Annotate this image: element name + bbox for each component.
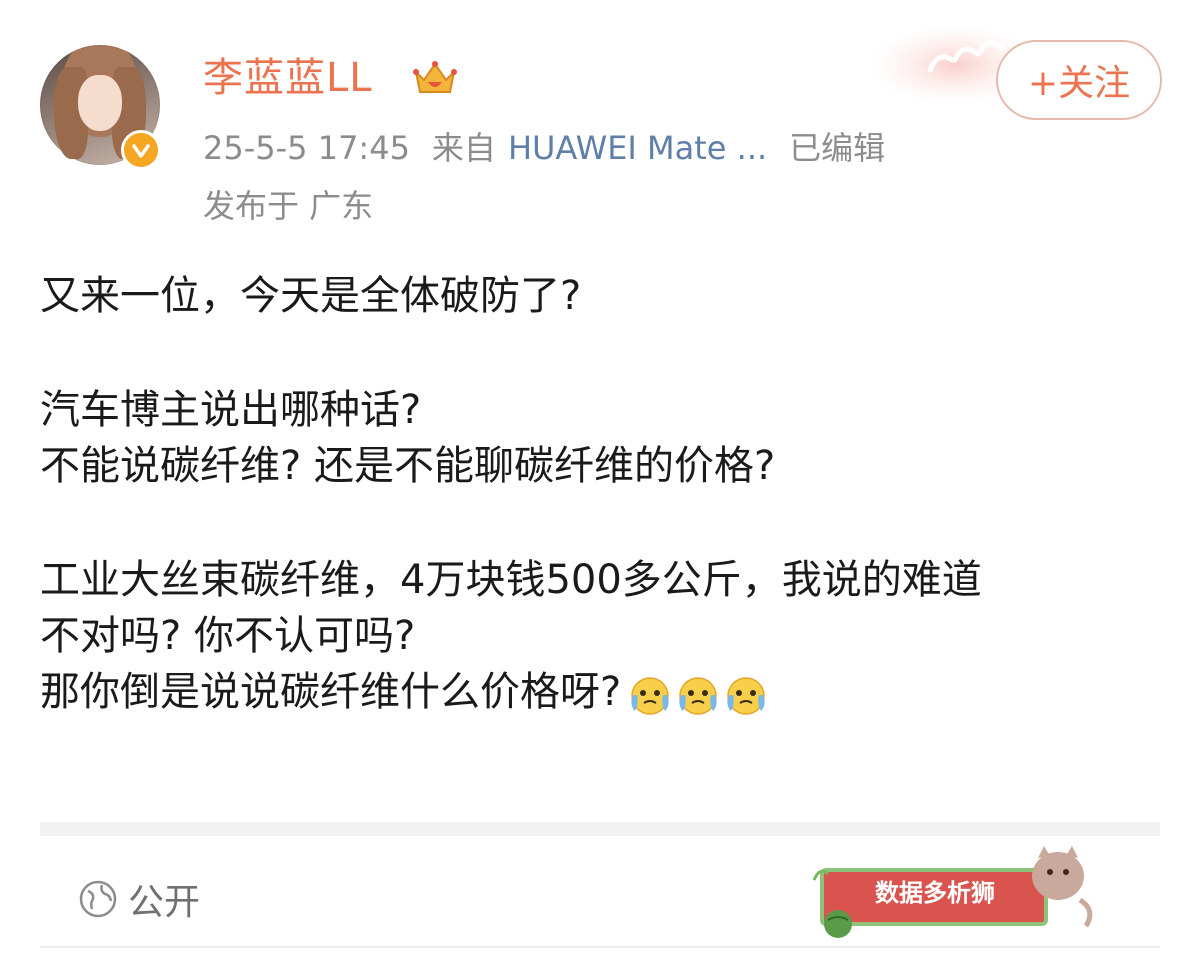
post-line: 工业大丝束碳纤维，4万块钱500多公斤，我说的难道: [40, 557, 982, 603]
follow-button[interactable]: +关注: [996, 40, 1162, 120]
visibility-toggle[interactable]: 公开: [78, 873, 200, 925]
emoji-group: [627, 671, 769, 717]
username[interactable]: 李蓝蓝LL: [203, 54, 373, 102]
crying-face-icon: [631, 677, 669, 715]
post-line-last: 那你倒是说说碳纤维什么价格呀?: [40, 664, 1160, 720]
post-line: 不对吗? 你不认可吗?: [40, 613, 416, 659]
visibility-label: 公开: [128, 882, 201, 923]
verified-badge-icon: [121, 130, 161, 170]
timestamp: 25-5-5 17:45: [203, 129, 410, 167]
watermark-text: 数据多析狮: [875, 878, 995, 907]
crying-face-icon: [727, 677, 765, 715]
location-label: 发布于 广东: [203, 187, 374, 225]
post-meta: 25-5-5 17:45 来自 HUAWEI Mate ... 已编辑: [203, 128, 907, 168]
post-line: 那你倒是说说碳纤维什么价格呀?: [40, 669, 622, 715]
section-divider: [40, 822, 1160, 836]
post-line: 汽车博主说出哪种话?: [40, 387, 422, 433]
avatar-face: [78, 75, 122, 131]
source-prefix: 来自: [431, 129, 496, 167]
post-line: 又来一位，今天是全体破防了?: [40, 273, 582, 319]
globe-icon: [79, 880, 117, 918]
post-body: 又来一位，今天是全体破防了? 汽车博主说出哪种话? 不能说碳纤维? 还是不能聊碳…: [40, 268, 1160, 720]
crying-face-icon: [679, 677, 717, 715]
edited-label: 已编辑: [789, 129, 886, 167]
vip-crown-icon: [413, 61, 457, 93]
post-line: 不能说碳纤维? 还是不能聊碳纤维的价格?: [40, 443, 776, 489]
footer-divider: [40, 946, 1160, 948]
device-link[interactable]: HUAWEI Mate ...: [508, 129, 767, 167]
